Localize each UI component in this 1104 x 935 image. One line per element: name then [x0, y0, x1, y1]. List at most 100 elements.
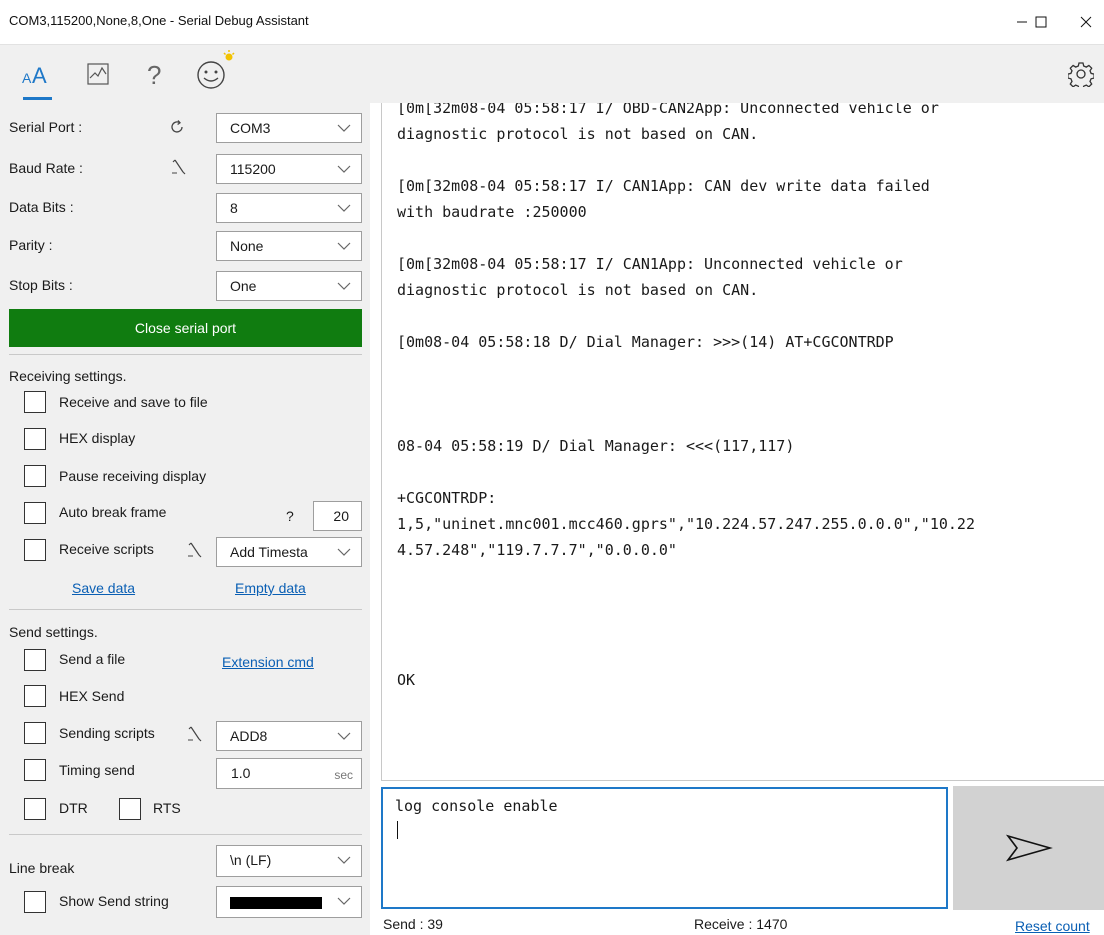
receive-save-to-file-label: Receive and save to file [59, 394, 208, 410]
console-line: [0m[32m08-04 05:58:17 I/ CAN1App: Unconn… [397, 255, 903, 273]
rts-checkbox[interactable] [119, 798, 141, 820]
chevron-down-icon [337, 732, 351, 740]
reset-count-link[interactable]: Reset count [1015, 918, 1090, 934]
dtr-label: DTR [59, 800, 88, 816]
sending-scripts-label: Sending scripts [59, 725, 155, 741]
pen-icon[interactable] [187, 541, 203, 559]
line-break-label: Line break [9, 860, 75, 876]
console-line: with baudrate :250000 [397, 203, 587, 221]
sending-scripts-select[interactable]: ADD8 [216, 721, 362, 751]
receive-scripts-value: Add Timesta [230, 544, 308, 560]
hex-send-label: HEX Send [59, 688, 125, 704]
chevron-down-icon [337, 165, 351, 173]
console-line: [0m08-04 05:58:18 D/ Dial Manager: >>>(1… [397, 333, 894, 351]
show-send-string-checkbox[interactable] [24, 891, 46, 913]
pause-receiving-label: Pause receiving display [59, 468, 207, 484]
send-file-label: Send a file [59, 651, 126, 667]
baud-rate-label: Baud Rate : [9, 160, 83, 176]
save-data-link[interactable]: Save data [72, 580, 135, 596]
receive-save-to-file-checkbox[interactable] [24, 391, 46, 413]
divider [9, 354, 362, 355]
divider [9, 609, 362, 610]
console-line: 08-04 05:58:19 D/ Dial Manager: <<<(117,… [397, 437, 795, 455]
maximize-button[interactable] [1019, 0, 1063, 44]
console-line: OK [397, 671, 416, 689]
chevron-down-icon [337, 856, 351, 864]
receive-scripts-label: Receive scripts [59, 541, 154, 557]
auto-break-frame-checkbox[interactable] [24, 502, 46, 524]
stop-bits-select[interactable]: One [216, 271, 362, 301]
help-tool-button[interactable]: ? [140, 56, 170, 92]
settings-icon [1068, 62, 1094, 87]
font-tool-button[interactable]: A A [20, 56, 54, 92]
console-line: 4.57.248","119.7.7.7","0.0.0.0" [397, 541, 677, 559]
extension-cmd-link[interactable]: Extension cmd [222, 654, 314, 670]
send-input[interactable]: log console enable [381, 787, 948, 909]
text-caret [397, 821, 398, 839]
parity-select[interactable]: None [216, 231, 362, 261]
pen-icon[interactable] [187, 725, 203, 743]
chevron-down-icon [337, 282, 351, 290]
receive-scripts-select[interactable]: Add Timesta [216, 537, 362, 567]
color-swatch [230, 897, 322, 909]
send-input-text: log console enable [395, 797, 558, 815]
send-settings-title: Send settings. [9, 624, 98, 640]
empty-data-link[interactable]: Empty data [235, 580, 306, 596]
timing-send-value: 1.0 [231, 765, 251, 781]
receive-scripts-checkbox[interactable] [24, 539, 46, 561]
receive-console[interactable]: [0m[32m08-04 05:58:17 I/ OBD-CAN2App: Un… [381, 103, 1104, 781]
stop-bits-label: Stop Bits : [9, 277, 73, 293]
maximize-icon [1035, 16, 1047, 28]
chart-tool-button[interactable] [82, 56, 114, 92]
parity-label: Parity : [9, 237, 53, 253]
svg-text:A: A [32, 63, 47, 88]
data-bits-label: Data Bits : [9, 199, 74, 215]
send-file-checkbox[interactable] [24, 649, 46, 671]
send-count: Send : 39 [383, 916, 443, 932]
serial-port-select[interactable]: COM3 [216, 113, 362, 143]
receiving-settings-title: Receiving settings. [9, 368, 127, 384]
font-icon: A A [22, 63, 47, 88]
help-icon: ? [147, 60, 161, 89]
pause-receiving-checkbox[interactable] [24, 465, 46, 487]
timing-send-checkbox[interactable] [24, 759, 46, 781]
data-bits-select[interactable]: 8 [216, 193, 362, 223]
baud-rate-select[interactable]: 115200 [216, 154, 362, 184]
console-lines: [0m[32m08-04 05:58:17 I/ OBD-CAN2App: Un… [397, 103, 975, 693]
sending-scripts-checkbox[interactable] [24, 722, 46, 744]
send-button[interactable] [953, 786, 1104, 910]
dtr-checkbox[interactable] [24, 798, 46, 820]
console-line: 1,5,"uninet.mnc001.mcc460.gprs","10.224.… [397, 515, 975, 533]
settings-panel: Serial Port : COM3 Baud Rate : 115200 Da… [0, 103, 370, 935]
auto-break-help[interactable]: ? [286, 508, 294, 524]
close-window-button[interactable] [1064, 0, 1104, 44]
timing-send-label: Timing send [59, 762, 135, 778]
line-break-select[interactable]: \n (LF) [216, 845, 362, 877]
hex-send-checkbox[interactable] [24, 685, 46, 707]
stop-bits-row: Stop Bits : One [0, 269, 370, 303]
send-arrow-icon [1005, 834, 1053, 862]
chevron-down-icon [337, 548, 351, 556]
chevron-down-icon [337, 897, 351, 905]
serial-port-row: Serial Port : COM3 [0, 111, 370, 145]
refresh-icon[interactable] [169, 119, 185, 135]
pen-icon[interactable] [171, 158, 187, 176]
line-break-value: \n (LF) [230, 852, 272, 868]
smiley-tool-button[interactable] [192, 49, 238, 93]
show-send-string-label: Show Send string [59, 893, 169, 909]
hex-display-checkbox[interactable] [24, 428, 46, 450]
data-bits-row: Data Bits : 8 [0, 191, 370, 225]
auto-break-input[interactable]: 20 [313, 501, 362, 531]
timing-send-input[interactable]: 1.0 sec [216, 758, 362, 789]
settings-button[interactable] [1066, 56, 1096, 92]
close-serial-port-button[interactable]: Close serial port [9, 309, 362, 347]
divider [9, 834, 362, 835]
send-color-select[interactable] [216, 886, 362, 918]
